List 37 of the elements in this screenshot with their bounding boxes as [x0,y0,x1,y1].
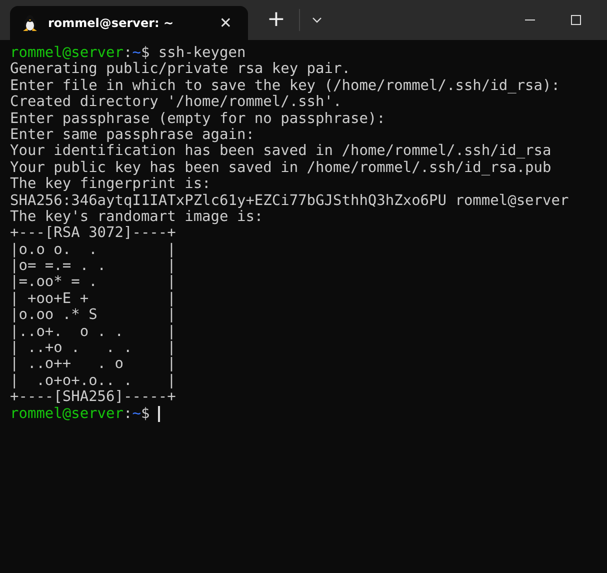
command-text: ssh-keygen [158,45,246,62]
output-line: +---[RSA 3072]----+ [10,225,176,242]
prompt-separator: : [124,45,132,62]
output-line: Generating public/private rsa key pair. [10,61,350,78]
output-line: Enter passphrase (empty for no passphrase): [10,110,386,127]
output-line: SHA256:346aytqI1IATxPZlc61y+EZCi77bGJSthhQ3hZxo6PU rommel@server [10,192,569,209]
text-cursor [158,406,160,422]
output-line: |o.oo .* S | [10,307,176,324]
output-line: | .o+o+.o.. . | [10,372,176,390]
terminal-tab[interactable]: rommel@server: ~ ✕ [10,6,248,40]
new-tab-button[interactable]: + [263,9,290,31]
maximize-icon[interactable] [571,15,581,25]
prompt-separator: : [124,406,132,422]
output-line: | ..o++ . o | [10,356,176,373]
output-line: The key fingerprint is: [10,176,211,193]
prompt-path: ~ [132,406,141,422]
output-line: Enter file in which to save the key (/home/rommel/.ssh/id_rsa): [10,78,560,94]
output-line: |o.o o. . | [10,242,176,258]
prompt-path: ~ [132,45,141,62]
output-line: |..o+. o . . | [10,324,176,340]
prompt-symbol: $ [140,406,150,422]
output-line: Enter same passphrase again: [10,126,254,144]
output-line: |=.oo* = . | [10,274,176,291]
chevron-down-icon[interactable] [312,17,322,23]
output-line: Your identification has been saved in /home/rommel/.ssh/id_rsa [10,143,552,160]
output-line: |o= =.= . . | [10,258,176,274]
tab-title: rommel@server: ~ [48,16,175,30]
output-line: +----[SHA256]-----+ [10,389,176,406]
output-line: | ..+o . . . | [10,340,176,356]
output-line: Your public key has been saved in /home/rommel/.ssh/id_rsa.pub [10,160,552,176]
output-line: The key's randomart image is: [10,208,264,226]
close-tab-button[interactable]: ✕ [215,12,236,34]
prompt-user-host: rommel@server [10,45,124,62]
prompt-user-host: rommel@server [10,406,124,422]
output-line: | +oo+E + | [10,290,176,308]
prompt-symbol: $ [140,45,150,62]
output-line: Created directory '/home/rommel/.ssh'. [10,94,342,111]
